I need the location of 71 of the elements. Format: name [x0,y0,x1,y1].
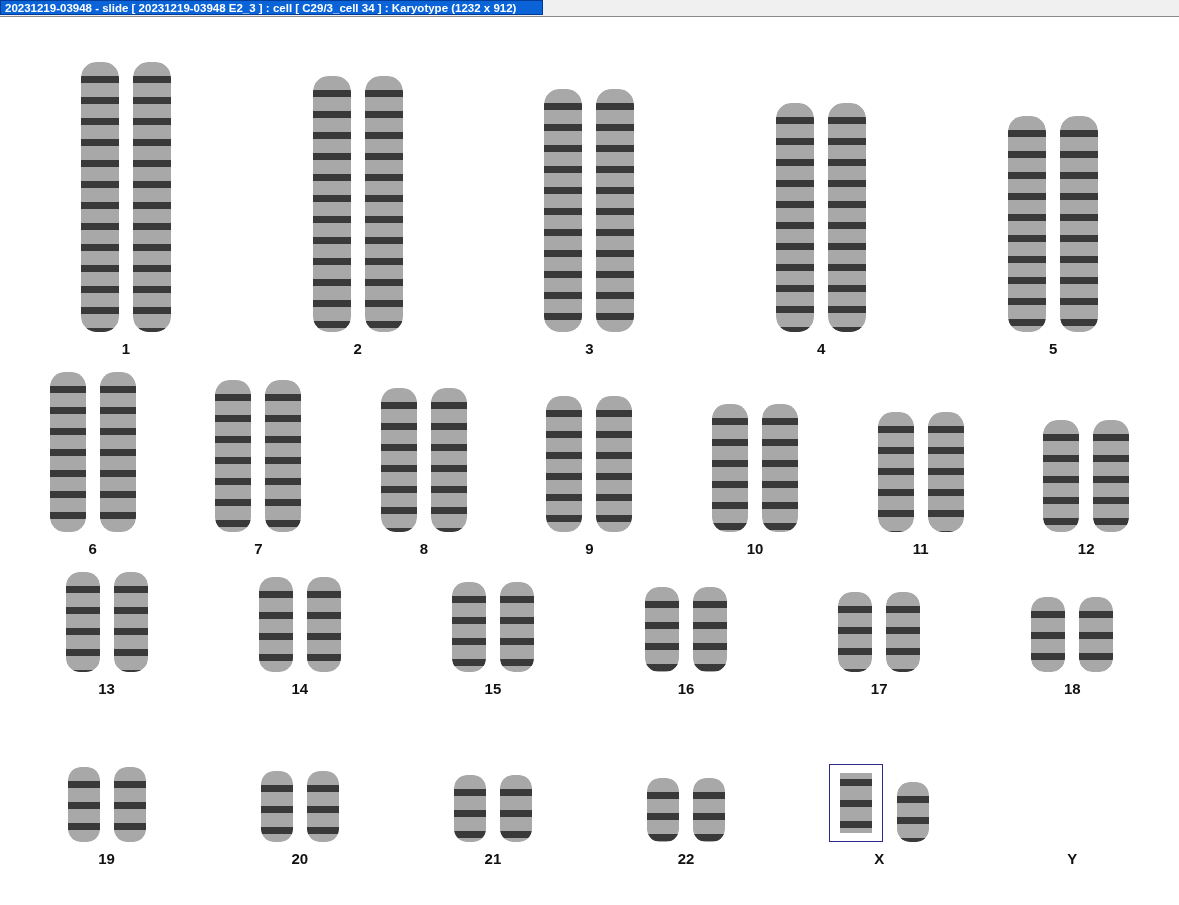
chromosome-label: 19 [98,850,115,867]
chromosome-image[interactable] [1008,116,1047,332]
chromosome-image[interactable] [113,767,146,842]
chromosome-image[interactable] [1043,420,1080,532]
chromosome-image[interactable] [1079,597,1114,672]
chromosome-label: 15 [484,680,502,697]
chromosome-label: X [874,850,885,867]
chromosome-label: 2 [353,340,362,357]
chromosome-image[interactable] [364,75,403,332]
chromosome-image[interactable] [829,764,884,842]
chromosome-image[interactable] [645,587,680,672]
chromosome-label: 5 [1048,340,1058,357]
chromosome-image[interactable] [596,396,633,532]
chromosome-image[interactable] [1031,597,1066,672]
chromosome-image[interactable] [99,372,136,532]
chromosome-image[interactable] [113,572,148,672]
chromosome-label: 11 [912,540,929,557]
chromosome-image[interactable] [776,102,815,332]
chromosome-label: 18 [1064,680,1081,697]
chromosome-image[interactable] [877,412,914,532]
chromosome-label: 12 [1077,540,1095,557]
chromosome-label: 10 [746,540,764,557]
chromosome-label: 16 [677,680,695,697]
chromosome-image[interactable] [499,774,532,842]
chromosome-image[interactable] [647,778,680,842]
chromosome-image[interactable] [80,62,119,332]
chromosome-image[interactable] [260,770,293,842]
chromosome-image[interactable] [712,404,749,532]
chromosome-label: 4 [817,340,826,357]
chromosome-image[interactable] [306,577,341,672]
chromosome-label: 9 [585,540,594,557]
chromosome-image[interactable] [762,404,799,532]
chromosome-image[interactable] [380,388,417,532]
chromosome-image[interactable] [1060,116,1099,332]
chromosome-image[interactable] [499,582,534,672]
chromosome-label: 13 [98,680,115,697]
chromosome-image[interactable] [828,102,867,332]
chromosome-image[interactable] [258,577,293,672]
chromosome-image[interactable] [546,396,583,532]
chromosome-image[interactable] [453,774,486,842]
window-title[interactable]: 20231219-03948 - slide [ 20231219-03948 E2_3 ] : cell [ C29/3_cell 34 ] : Karyotype (1232 x 912) [0,0,543,15]
chromosome-image[interactable] [430,388,467,532]
chromosome-image[interactable] [67,767,100,842]
chromosome-image[interactable] [927,412,964,532]
chromosome-image[interactable] [544,89,583,332]
chromosome-label: 6 [88,540,97,557]
chromosome-image[interactable] [451,582,486,672]
chromosome-image[interactable] [838,592,873,672]
chromosome-label: 14 [291,680,309,697]
chromosome-label: 1 [121,340,131,357]
chromosome-image[interactable] [215,380,252,532]
chromosome-image[interactable] [265,380,302,532]
chromosome-image[interactable] [1093,420,1130,532]
chromosome-image[interactable] [312,75,351,332]
chromosome-label: 7 [254,540,263,557]
chromosome-image[interactable] [596,89,635,332]
chromosome-label: 21 [484,850,502,867]
chromosome-image[interactable] [693,587,728,672]
chromosome-image[interactable] [132,62,171,332]
chromosome-image[interactable] [886,592,921,672]
chromosome-label: Y [1067,850,1078,867]
chromosome-image[interactable] [897,782,930,842]
chromosome-image[interactable] [49,372,86,532]
chromosome-image[interactable] [693,778,726,842]
chromosome-label: 20 [291,850,309,867]
chromosome-label: 17 [870,680,888,697]
chromosome-label: 8 [419,540,429,557]
chromosome-image[interactable] [306,770,339,842]
chromosome-label: 3 [585,340,594,357]
chromosome-label: 22 [677,850,695,867]
chromosome-image[interactable] [65,572,100,672]
